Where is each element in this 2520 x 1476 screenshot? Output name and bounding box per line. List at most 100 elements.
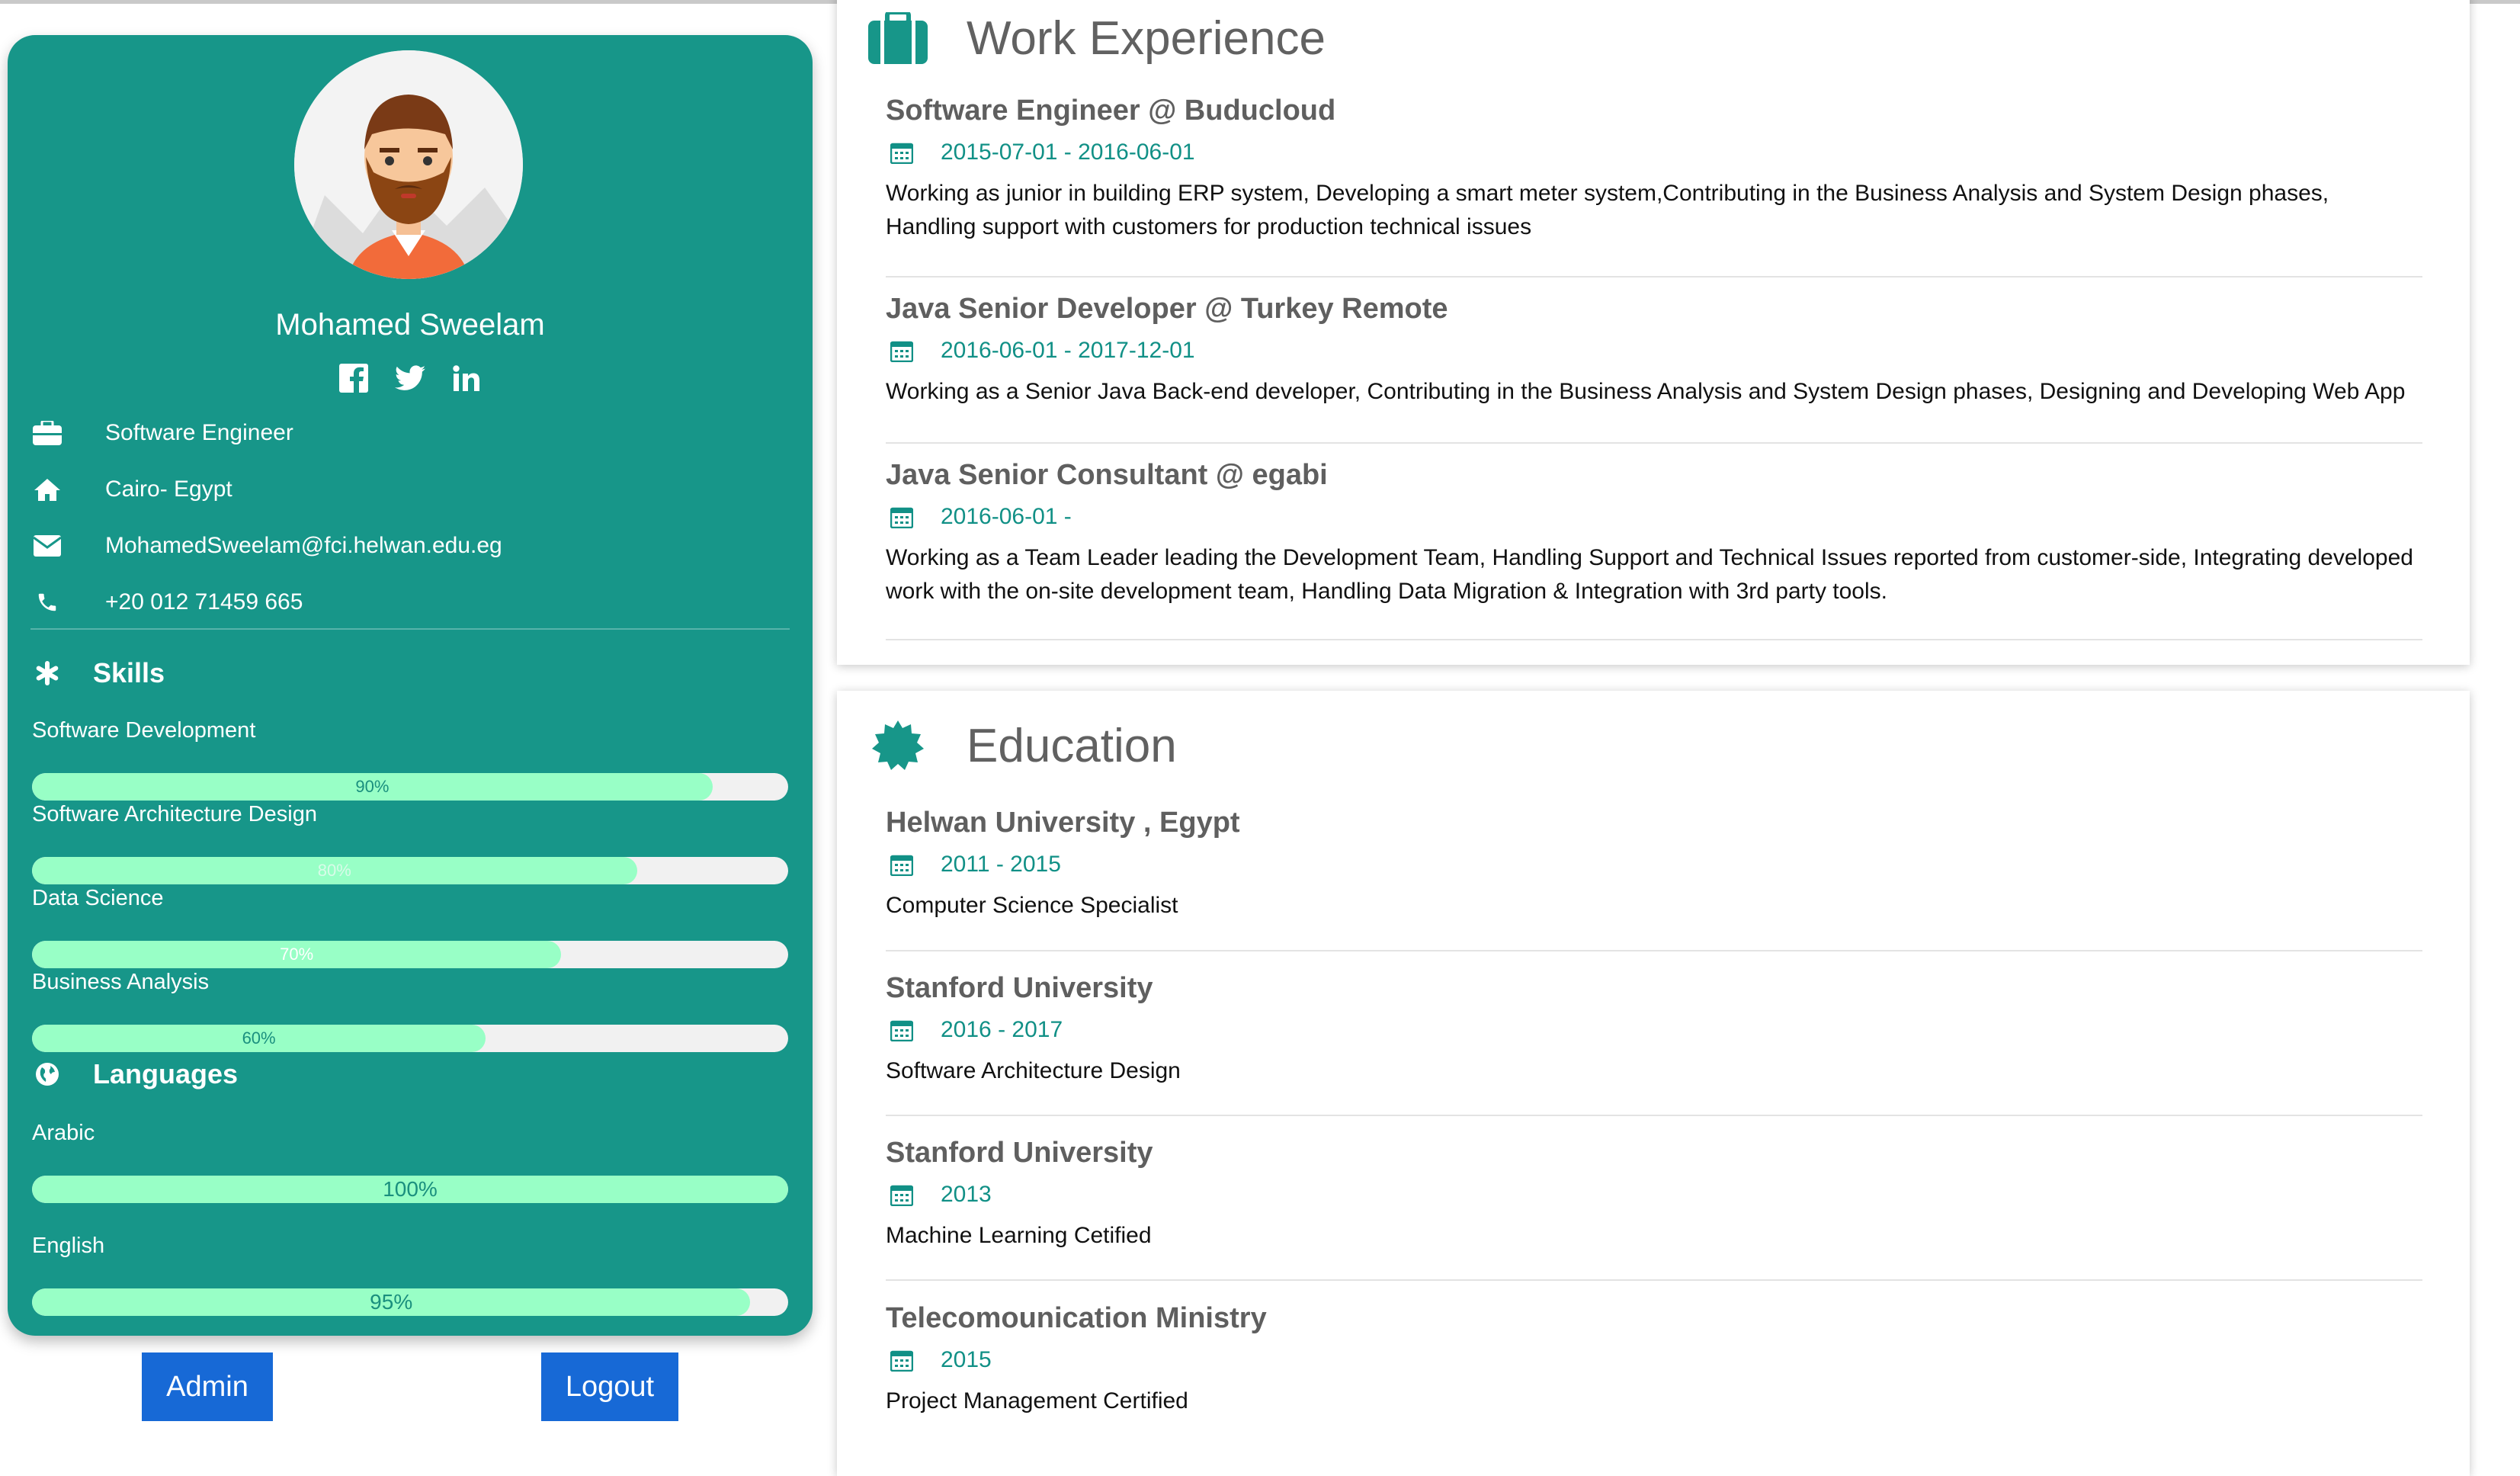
info-phone-text: +20 012 71459 665 <box>105 589 303 614</box>
entry-divider <box>886 1115 2422 1116</box>
education-entry-date-text: 2011 - 2015 <box>941 852 1061 877</box>
skill-progress-text: 70% <box>280 945 314 964</box>
language-progress-bar: 100% <box>32 1176 788 1203</box>
education-heading: Education <box>867 715 1177 776</box>
skill-progress-bar: 90% <box>32 773 788 801</box>
info-job-text: Software Engineer <box>105 420 293 445</box>
language-progress-bar: 95% <box>32 1288 788 1316</box>
skill-label: Business Analysis <box>32 970 210 994</box>
twitter-icon[interactable] <box>394 362 426 394</box>
info-row-phone: +20 012 71459 665 <box>30 587 303 618</box>
skills-heading: Skills <box>30 654 165 692</box>
calendar-icon <box>889 338 915 364</box>
work-entry-description: Working as junior in building ERP system… <box>886 181 2329 239</box>
education-entry-title: Stanford University <box>886 1137 1153 1169</box>
education-card: Education Helwan University , Egypt 2011… <box>837 691 2470 1476</box>
info-email-text: MohamedSweelam@fci.helwan.edu.eg <box>105 533 502 558</box>
avatar <box>294 50 523 279</box>
work-experience-card: Work Experience Software Engineer @ Budu… <box>837 0 2470 665</box>
info-row-email: MohamedSweelam@fci.helwan.edu.eg <box>30 531 502 561</box>
calendar-icon <box>889 1182 915 1208</box>
education-entry-date-text: 2013 <box>941 1182 992 1207</box>
education-entry-title: Stanford University <box>886 972 1153 1004</box>
language-progress-text: 100% <box>383 1177 438 1201</box>
home-icon <box>30 474 64 505</box>
work-entry-title: Java Senior Developer @ Turkey Remote <box>886 293 1448 325</box>
entry-divider <box>886 639 2422 640</box>
work-entry: Software Engineer @ Buducloud 2015-07-01… <box>886 91 2422 244</box>
education-entry: Telecomounication Ministry 2015 Project … <box>886 1299 2422 1418</box>
education-entry-title: Helwan University , Egypt <box>886 807 1240 839</box>
envelope-icon <box>30 531 64 561</box>
language-label: English <box>32 1234 105 1258</box>
phone-icon <box>30 587 64 618</box>
skill-label: Software Development <box>32 718 256 743</box>
education-entry-title: Telecomounication Ministry <box>886 1302 1267 1334</box>
work-entry-date-text: 2016-06-01 - 2017-12-01 <box>941 338 1195 363</box>
languages-heading-text: Languages <box>93 1058 239 1089</box>
education-entry-date-text: 2015 <box>941 1347 992 1372</box>
skill-progress-text: 90% <box>355 777 390 796</box>
skill-label: Data Science <box>32 886 164 910</box>
info-row-location: Cairo- Egypt <box>30 474 232 505</box>
logout-button[interactable]: Logout <box>541 1352 678 1421</box>
skills-heading-text: Skills <box>93 657 165 688</box>
education-entry: Helwan University , Egypt 2011 - 2015 Co… <box>886 804 2422 922</box>
skill-progress-bar: 60% <box>32 1025 788 1052</box>
education-entry-description: Machine Learning Cetified <box>886 1223 1152 1248</box>
work-entry-date-text: 2016-06-01 - <box>941 504 1072 529</box>
asterisk-icon <box>30 656 64 690</box>
entry-divider <box>886 442 2422 444</box>
skill-progress-text: 80% <box>317 861 351 880</box>
education-entry-description: Software Architecture Design <box>886 1058 1181 1083</box>
work-experience-title: Work Experience <box>967 11 1326 65</box>
education-entry-description: Project Management Certified <box>886 1388 1188 1413</box>
admin-button[interactable]: Admin <box>142 1352 273 1421</box>
calendar-icon <box>889 1347 915 1373</box>
work-entry-title: Software Engineer @ Buducloud <box>886 95 1336 127</box>
work-entry-date: 2015-07-01 - 2016-06-01 <box>886 136 2422 169</box>
work-entry: Java Senior Developer @ Turkey Remote 20… <box>886 290 2422 409</box>
work-experience-heading: Work Experience <box>867 8 1326 69</box>
entry-divider <box>886 950 2422 951</box>
work-entry-description: Working as a Senior Java Back-end develo… <box>886 379 2406 404</box>
certificate-icon <box>867 715 928 776</box>
work-entry-date: 2016-06-01 - <box>886 500 2422 534</box>
calendar-icon <box>889 504 915 530</box>
education-entry-date: 2015 <box>886 1343 2422 1377</box>
education-entry-date: 2011 - 2015 <box>886 848 2422 881</box>
work-entry-date: 2016-06-01 - 2017-12-01 <box>886 334 2422 367</box>
calendar-icon <box>889 140 915 165</box>
skill-progress-text: 60% <box>242 1028 276 1048</box>
language-progress-text: 95% <box>370 1290 413 1314</box>
linkedin-icon[interactable] <box>450 362 483 394</box>
education-entry: Stanford University 2016 - 2017 Software… <box>886 969 2422 1088</box>
education-entry: Stanford University 2013 Machine Learnin… <box>886 1134 2422 1253</box>
calendar-icon <box>889 1017 915 1043</box>
entry-divider <box>886 1279 2422 1281</box>
languages-heading: Languages <box>30 1055 238 1093</box>
social-links <box>8 361 813 395</box>
calendar-icon <box>889 852 915 878</box>
language-label: Arabic <box>32 1121 95 1145</box>
education-entry-date: 2013 <box>886 1178 2422 1211</box>
skill-progress-bar: 80% <box>32 857 788 884</box>
skill-label: Software Architecture Design <box>32 802 317 826</box>
briefcase-icon <box>30 418 64 448</box>
work-entry: Java Senior Consultant @ egabi 2016-06-0… <box>886 456 2422 608</box>
info-location-text: Cairo- Egypt <box>105 476 232 502</box>
entry-divider <box>886 276 2422 278</box>
info-row-job: Software Engineer <box>30 418 293 448</box>
sidebar-divider <box>30 628 790 630</box>
education-title: Education <box>967 719 1177 772</box>
work-entry-title: Java Senior Consultant @ egabi <box>886 459 1328 491</box>
globe-icon <box>30 1057 64 1091</box>
profile-sidebar: Mohamed Sweelam Software Engineer Cairo-… <box>8 35 813 1336</box>
education-entry-description: Computer Science Specialist <box>886 893 1178 918</box>
work-entry-description: Working as a Team Leader leading the Dev… <box>886 545 2413 604</box>
education-entry-date: 2016 - 2017 <box>886 1013 2422 1047</box>
work-entry-date-text: 2015-07-01 - 2016-06-01 <box>941 140 1195 165</box>
education-entry-date-text: 2016 - 2017 <box>941 1017 1063 1042</box>
skill-progress-bar: 70% <box>32 941 788 968</box>
facebook-icon[interactable] <box>338 362 370 394</box>
